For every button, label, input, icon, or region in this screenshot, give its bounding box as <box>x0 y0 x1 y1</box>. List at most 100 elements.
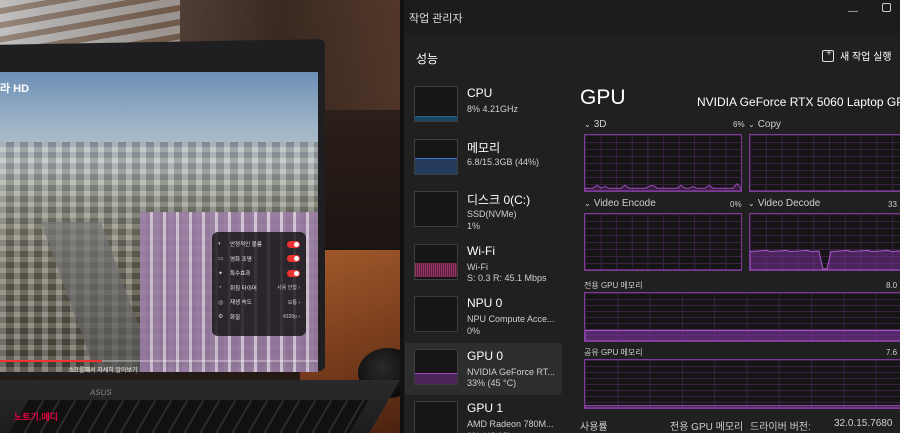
sidebar-item-npu-0[interactable]: NPU 0 NPU Compute Acce... 0% <box>406 290 562 343</box>
detail-footer: 사용률 전용 GPU 메모리 드라이버 버전: 32.0.15.7680 <box>580 418 900 433</box>
sidebar-item-details: AMD Radeon 780M...0% (43 °C) <box>467 419 554 433</box>
video-menu-item-value: 4320p › <box>283 313 300 320</box>
sidebar-item-name: NPU 0 <box>467 296 503 310</box>
video-menu-toggle[interactable] <box>287 255 300 263</box>
laptop-photo: 라 HD ◐ 안정적인 볼륨 ▭ 영화 조명 ✦ 특수효과 ◔ 취침 타이머 사용 안함 › ◎ 재… <box>0 0 400 433</box>
minimize-button[interactable]: — <box>848 6 858 17</box>
sidebar-thumbnail-graph <box>414 296 458 332</box>
sidebar-item-name: 디스크 0(C:) <box>467 193 531 207</box>
sidebar-item-name: 메모리 <box>467 140 501 155</box>
laptop-brand-logo: ASUS <box>89 388 113 397</box>
graph-copy <box>749 134 900 192</box>
sidebar-thumbnail-graph <box>414 401 458 433</box>
video-menu-item-label: 특수효과 <box>230 271 251 278</box>
dedicated-memory-max: 8.0 <box>886 281 898 290</box>
sidebar-item-detail-line: Wi-Fi <box>467 261 488 272</box>
graph-shared-memory <box>584 359 900 409</box>
engine-label-copy[interactable]: ⌄ Copy <box>748 119 781 130</box>
new-task-label: 새 작업 실행 <box>840 52 892 63</box>
sidebar-item-details: SSD(NVMe) 1% <box>467 209 517 232</box>
sidebar-item-디스크-0-c[interactable]: 디스크 0(C:) SSD(NVMe) 1% <box>406 185 562 238</box>
sidebar-item-gpu-1[interactable]: GPU 1 AMD Radeon 780M...0% (43 °C) <box>406 395 562 433</box>
footer-utilization-label: 사용률 <box>580 422 608 433</box>
sidebar-item-details: 6.8/15.3GB (44%) <box>467 157 539 169</box>
video-menu-toggle[interactable] <box>287 240 300 248</box>
gpu-model-name: NVIDIA GeForce RTX 5060 Laptop GP <box>697 95 900 109</box>
performance-sidebar: CPU 8% 4.21GHz 메모리 6.8/15.3GB (44%) 디스크 0(C:… <box>405 80 562 433</box>
video-menu-item[interactable]: ◔ 취침 타이머 사용 안함 › <box>218 281 300 296</box>
sidebar-item-name: GPU 1 <box>467 401 504 415</box>
sidebar-item-detail-line: NVIDIA GeForce RT... <box>467 366 555 377</box>
sidebar-item-name: GPU 0 <box>467 348 504 363</box>
sidebar-item-name: CPU <box>467 86 493 100</box>
new-task-button[interactable]: 새 작업 실행 <box>822 48 892 63</box>
sidebar-item-details: NVIDIA GeForce RT... 33% (45 °C) <box>467 367 555 390</box>
graph-video-encode <box>584 213 742 271</box>
cinema-icon: ▭ <box>218 256 224 263</box>
shared-memory-label: 공유 GPU 메모리 <box>584 348 643 357</box>
video-menu-item-value: 사용 안함 › <box>277 285 300 292</box>
sidebar-thumbnail-graph <box>414 243 458 280</box>
video-menu-toggle[interactable] <box>287 269 300 277</box>
sidebar-item-detail-line: SSD(NVMe) <box>467 209 517 219</box>
effects-icon: ✦ <box>218 270 224 277</box>
sidebar-thumbnail-graph <box>414 191 458 227</box>
video-menu-item[interactable]: ◐ 안정적인 볼륨 <box>218 237 300 252</box>
detail-title: GPU <box>580 86 626 109</box>
video-menu-item-label: 취침 타이머 <box>230 285 257 292</box>
maximize-button[interactable] <box>882 3 891 12</box>
video-menu-item[interactable]: ✦ 특수효과 <box>218 266 300 281</box>
video-menu-item[interactable]: ◎ 재생 속도 보통 › <box>218 295 300 310</box>
timer-icon: ◔ <box>218 284 222 291</box>
dedicated-memory-label: 전용 GPU 메모리 <box>584 281 643 290</box>
sidebar-item-detail-line: 0% <box>467 325 481 336</box>
sidebar-item-cpu[interactable]: CPU 8% 4.21GHz <box>406 80 562 133</box>
footer-driver-label: 드라이버 버전: <box>750 422 811 433</box>
sidebar-item-detail-line: NPU Compute Acce... <box>467 314 555 324</box>
shared-memory-max: 7.6 <box>886 348 898 357</box>
engine-label-video-encode[interactable]: ⌄ Video Encode <box>584 198 656 209</box>
video-scroll-hint: 스크롤해서 자세히 알아보기 <box>68 368 138 374</box>
video-menu-item-label: 화질 <box>230 314 241 321</box>
speed-icon: ◎ <box>218 299 224 306</box>
window-title: 작업 관리자 <box>409 13 463 25</box>
keyboard-keys <box>9 400 369 433</box>
video-title: 라 HD <box>0 83 30 95</box>
sidebar-item-메모리[interactable]: 메모리 6.8/15.3GB (44%) <box>406 133 562 186</box>
sidebar-item-details: NPU Compute Acce... 0% <box>467 314 555 337</box>
video-progress-bar[interactable] <box>0 360 318 362</box>
sidebar-item-wi-fi[interactable]: Wi-Fi Wi-Fi S: 0.3 R: 45.1 Mbps <box>406 238 562 291</box>
graph-3d <box>584 134 742 192</box>
sidebar-item-detail-line: 1% <box>467 220 481 231</box>
engine-label-video-decode[interactable]: ⌄ Video Decode <box>748 198 820 209</box>
video-progress-fill <box>0 360 102 362</box>
engine-pct-3d: 6% <box>733 120 745 129</box>
sidebar-thumbnail-graph <box>414 138 458 175</box>
video-menu-item[interactable]: ⚙ 화질 4320p › <box>218 310 300 325</box>
footer-dedicated-memory-label: 전용 GPU 메모리 <box>670 422 744 433</box>
video-menu-item-label: 안정적인 볼륨 <box>230 242 262 249</box>
sidebar-item-details: Wi-Fi S: 0.3 R: 45.1 Mbps <box>467 262 547 285</box>
video-settings-menu: ◐ 안정적인 볼륨 ▭ 영화 조명 ✦ 특수효과 ◔ 취침 타이머 사용 안함 › ◎ 재생 속도 보… <box>212 232 306 336</box>
engine-label-3d[interactable]: ⌄ 3D <box>584 119 607 130</box>
task-manager-window: 작업 관리자 — 성능 새 작업 실행 CPU 8% 4.21GHz 메모리6.8/… <box>404 0 900 433</box>
sidebar-item-detail-line: S: 0.3 R: 45.1 Mbps <box>467 273 547 283</box>
video-menu-item-value: 보통 › <box>287 299 300 306</box>
stabilize-icon: ◐ <box>218 241 222 248</box>
new-task-icon <box>822 48 834 62</box>
video-menu-item[interactable]: ▭ 영화 조명 <box>218 252 300 267</box>
sidebar-item-detail-line: 33% (45 °C) <box>467 378 517 388</box>
sidebar-item-detail-line: AMD Radeon 780M... <box>467 419 554 429</box>
graph-dedicated-memory <box>584 292 900 342</box>
section-title-performance: 성능 <box>416 52 439 66</box>
sidebar-item-detail-line: 8% 4.21GHz <box>467 104 519 114</box>
sidebar-thumbnail-graph <box>414 86 458 122</box>
video-menu-item-label: 재생 속도 <box>230 300 252 307</box>
quality-icon: ⚙ <box>218 314 224 321</box>
sidebar-item-gpu-0[interactable]: GPU 0 NVIDIA GeForce RT... 33% (45 °C) <box>405 342 562 395</box>
engine-pct-video-decode: 33 <box>888 200 897 209</box>
laptop-keyboard <box>0 380 400 433</box>
engine-pct-video-encode: 0% <box>730 200 742 209</box>
graph-video-decode <box>749 213 900 271</box>
sidebar-item-detail-line: 6.8/15.3GB (44%) <box>467 156 540 167</box>
